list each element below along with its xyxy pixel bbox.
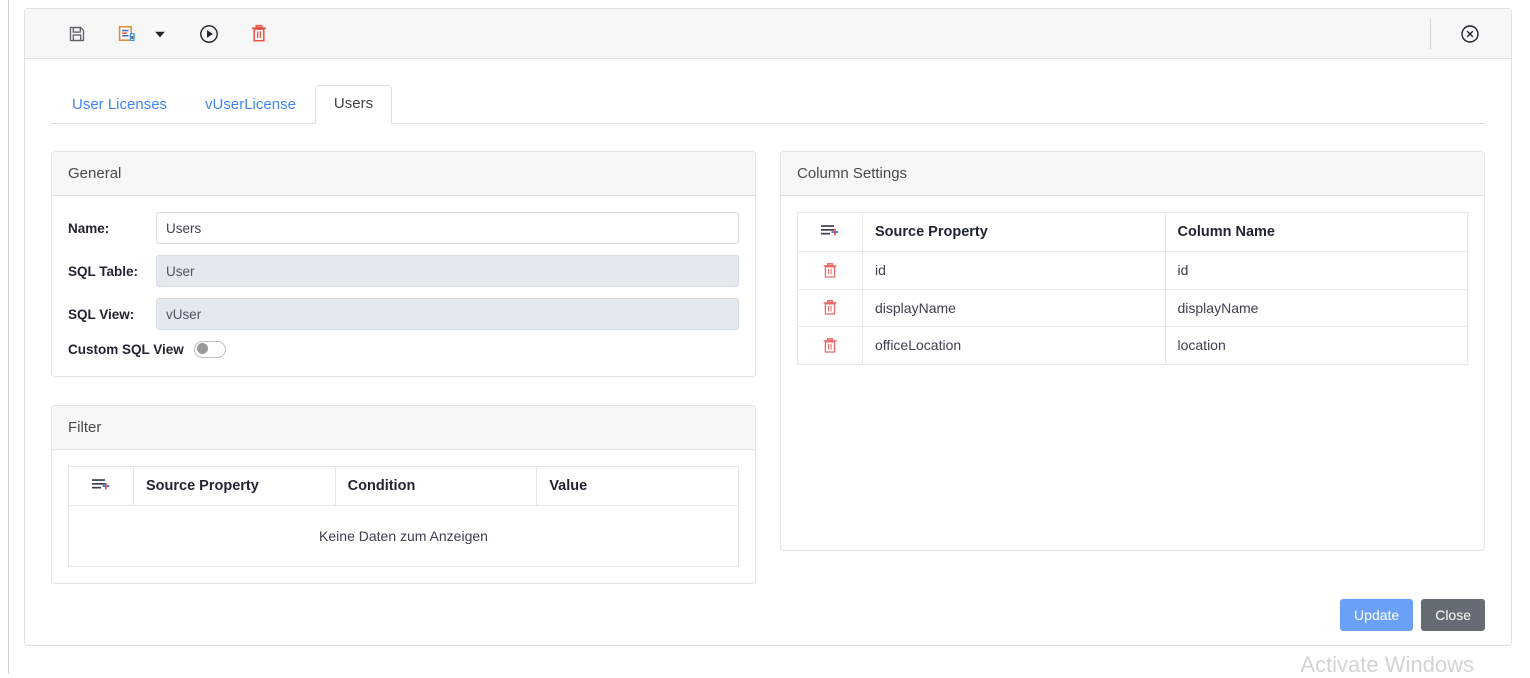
table-row: officeLocation location (797, 326, 1468, 365)
add-row-icon[interactable] (817, 220, 843, 242)
left-column: General Name: SQL Table: SQL View: (51, 151, 756, 584)
sql-table-input (156, 255, 739, 287)
column-settings-panel-content: Source Property Column Name id id displa… (781, 196, 1484, 381)
general-panel: General Name: SQL Table: SQL View: (51, 151, 756, 377)
filter-panel-title: Filter (52, 406, 755, 450)
entity-editor-dialog: User Licenses vUserLicense Users General… (24, 8, 1512, 646)
column-settings-panel: Column Settings Source Property Column N… (780, 151, 1485, 551)
toolbar-divider (1430, 18, 1431, 49)
column-settings-table: Source Property Column Name id id displa… (797, 212, 1468, 365)
tab-users[interactable]: Users (314, 85, 393, 124)
save-as-document-icon (118, 25, 135, 41)
close-circle-icon (1461, 24, 1479, 43)
filter-panel: Filter Source Property Condition Value K… (51, 405, 756, 584)
sql-view-input (156, 298, 739, 330)
filter-table-header-row: Source Property Condition Value (68, 466, 739, 506)
sql-table-row: SQL Table: (68, 255, 739, 287)
custom-sql-view-row: Custom SQL View (68, 341, 739, 358)
table-row: id id (797, 251, 1468, 290)
tab-user-licenses[interactable]: User Licenses (53, 86, 186, 124)
row-delete-icon[interactable] (817, 297, 843, 319)
cell-column-name: id (1164, 251, 1468, 290)
name-input[interactable] (156, 212, 739, 244)
column-settings-add-row-header[interactable] (797, 212, 863, 252)
filter-panel-content: Source Property Condition Value Keine Da… (52, 450, 755, 583)
column-settings-col-column-name: Column Name (1164, 212, 1468, 252)
chevron-down-icon (155, 31, 165, 37)
sql-table-label: SQL Table: (68, 263, 139, 279)
cell-column-name: displayName (1164, 288, 1468, 327)
filter-add-row-header[interactable] (68, 466, 134, 506)
save-as-button[interactable] (109, 17, 145, 51)
save-icon (69, 26, 85, 41)
general-panel-title: General (52, 152, 755, 196)
footer-actions: Update Close (1340, 599, 1485, 631)
column-settings-col-source-property: Source Property (862, 212, 1166, 252)
save-as-dropdown-button[interactable] (149, 17, 171, 51)
add-row-icon[interactable] (88, 474, 114, 496)
trash-icon (252, 24, 266, 42)
play-circle-icon (200, 24, 218, 43)
watermark-line1: Activate Windows (1300, 652, 1474, 677)
name-label: Name: (68, 220, 110, 236)
close-dialog-button[interactable] (1453, 17, 1487, 51)
table-row: displayName displayName (797, 288, 1468, 327)
general-panel-content: Name: SQL Table: SQL View: Custo (52, 196, 755, 376)
toggle-knob (196, 343, 208, 354)
custom-sql-view-toggle[interactable] (193, 341, 226, 358)
update-button[interactable]: Update (1340, 599, 1414, 631)
close-button[interactable]: Close (1421, 599, 1485, 631)
right-column: Column Settings Source Property Column N… (780, 151, 1485, 584)
activate-windows-watermark: Activate Windows (1300, 652, 1474, 678)
filter-empty-row: Keine Daten zum Anzeigen (68, 505, 739, 567)
delete-row-cell[interactable] (797, 288, 863, 327)
filter-empty-text: Keine Daten zum Anzeigen (68, 505, 739, 567)
dialog-toolbar (25, 9, 1511, 59)
cell-source-property: officeLocation (862, 326, 1166, 365)
delete-row-cell[interactable] (797, 251, 863, 290)
row-delete-icon[interactable] (817, 259, 843, 281)
dialog-body: User Licenses vUserLicense Users General… (25, 59, 1511, 645)
name-row: Name: (68, 212, 739, 244)
filter-col-condition: Condition (334, 466, 538, 506)
cell-column-name: location (1164, 326, 1468, 365)
sql-view-row: SQL View: (68, 298, 739, 330)
delete-button[interactable] (241, 17, 277, 51)
window-left-edge (8, 0, 9, 674)
column-settings-panel-title: Column Settings (781, 152, 1484, 196)
tab-vuserlicense[interactable]: vUserLicense (186, 86, 315, 124)
sql-view-label: SQL View: (68, 306, 135, 322)
filter-col-source-property: Source Property (133, 466, 336, 506)
cell-source-property: displayName (862, 288, 1166, 327)
filter-table: Source Property Condition Value Keine Da… (68, 466, 739, 567)
cell-source-property: id (862, 251, 1166, 290)
column-settings-header-row: Source Property Column Name (797, 212, 1468, 252)
custom-sql-view-label: Custom SQL View (68, 342, 184, 357)
row-delete-icon[interactable] (817, 334, 843, 356)
run-button[interactable] (191, 17, 227, 51)
tab-strip: User Licenses vUserLicense Users (51, 85, 1485, 124)
filter-col-value: Value (536, 466, 739, 506)
save-button[interactable] (59, 17, 95, 51)
delete-row-cell[interactable] (797, 326, 863, 365)
panels-container: General Name: SQL Table: SQL View: (51, 124, 1485, 584)
